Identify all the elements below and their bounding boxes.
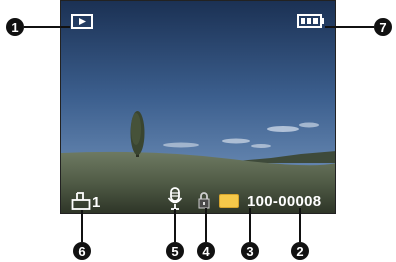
print-count: 1 bbox=[92, 194, 101, 211]
sd-card-icon bbox=[219, 194, 239, 208]
callout-6: 6 bbox=[73, 242, 91, 260]
voice-memo-icon bbox=[167, 187, 183, 210]
callout-2-leader bbox=[299, 208, 301, 242]
callout-2: 2 bbox=[291, 242, 309, 260]
callout-5: 5 bbox=[166, 242, 184, 260]
file-number: 100-00008 bbox=[247, 193, 322, 210]
battery-full-icon bbox=[297, 14, 324, 28]
callout-3: 3 bbox=[241, 242, 259, 260]
print-dpof-icon bbox=[71, 192, 91, 210]
lcd-screen: 1 100-00008 bbox=[60, 0, 336, 214]
callout-4-leader bbox=[205, 208, 207, 242]
callout-1-leader bbox=[24, 26, 70, 28]
playback-icon bbox=[71, 14, 93, 29]
callout-4: 4 bbox=[197, 242, 215, 260]
callout-6-leader bbox=[81, 210, 83, 242]
landscape-photo bbox=[61, 1, 335, 213]
callout-7: 7 bbox=[374, 18, 392, 36]
callout-5-leader bbox=[174, 209, 176, 242]
protect-lock-icon bbox=[198, 192, 210, 209]
callout-7-leader bbox=[325, 26, 374, 28]
callout-3-leader bbox=[249, 208, 251, 242]
callout-1: 1 bbox=[6, 18, 24, 36]
